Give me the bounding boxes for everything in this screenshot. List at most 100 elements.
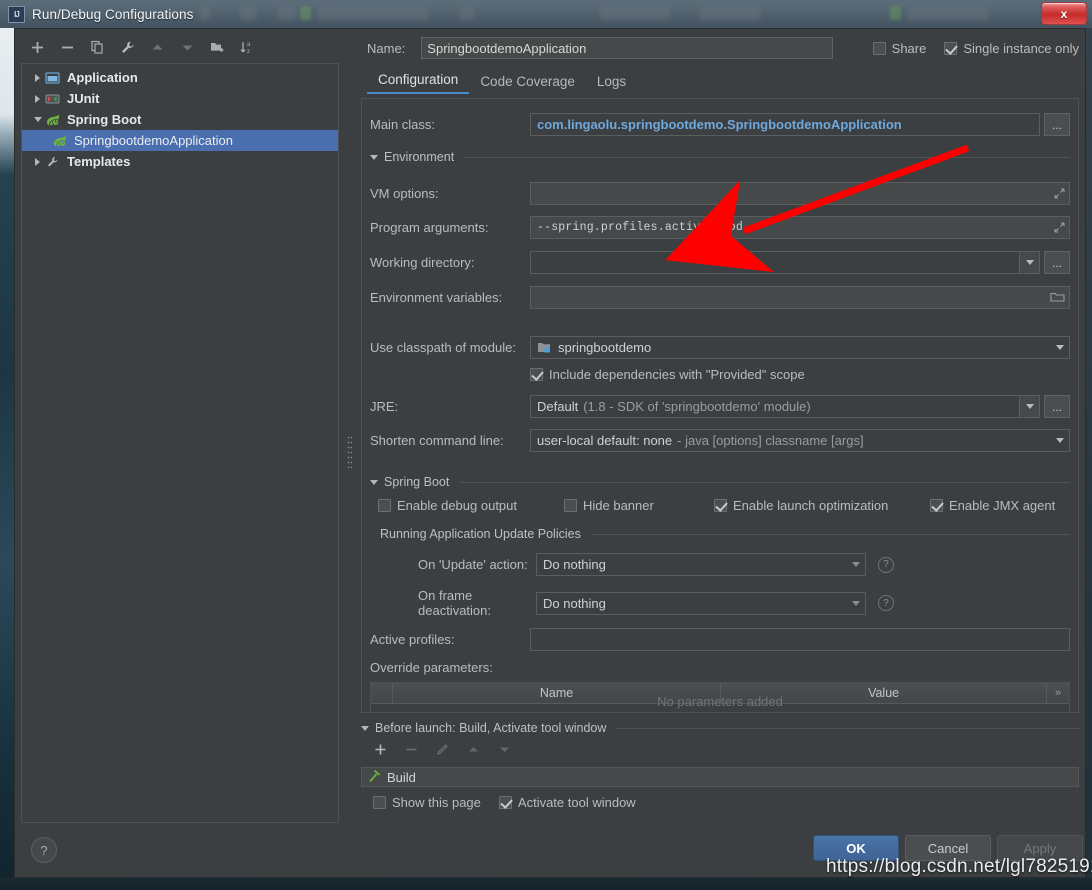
activate-tool-window-checkbox[interactable]: Activate tool window bbox=[498, 795, 636, 810]
tree-item-templates[interactable]: Templates bbox=[22, 151, 338, 172]
enable-jmx-agent-checkbox[interactable]: Enable JMX agent bbox=[930, 498, 1055, 513]
chevron-down-icon[interactable] bbox=[1019, 252, 1039, 273]
section-divider bbox=[464, 156, 1070, 158]
active-profiles-row: Active profiles: bbox=[370, 628, 1070, 651]
hide-banner-checkbox-box[interactable] bbox=[564, 499, 577, 512]
tree-item-springbootdemoapplication[interactable]: SpringbootdemoApplication bbox=[22, 130, 338, 151]
ellipsis-icon: ... bbox=[1051, 117, 1062, 132]
hide-banner-checkbox[interactable]: Hide banner bbox=[564, 498, 714, 513]
enable-launch-optimization-checkbox-box[interactable] bbox=[714, 499, 727, 512]
question-mark-icon[interactable]: ? bbox=[878, 595, 894, 611]
panel-splitter[interactable] bbox=[345, 33, 355, 823]
environment-variables-input[interactable] bbox=[530, 286, 1070, 309]
chevron-down-icon[interactable] bbox=[1019, 396, 1039, 417]
single-instance-checkbox-box[interactable] bbox=[944, 41, 958, 55]
configurations-tree[interactable]: Application JUnit Spring Boot Springboot… bbox=[21, 63, 339, 823]
share-checkbox[interactable]: Share bbox=[872, 40, 927, 56]
build-hammer-icon bbox=[368, 769, 381, 786]
chevron-down-icon[interactable] bbox=[846, 593, 865, 614]
cancel-button-label: Cancel bbox=[927, 840, 969, 856]
add-configuration-button[interactable] bbox=[29, 39, 46, 56]
provided-scope-label: Include dependencies with "Provided" sco… bbox=[549, 367, 805, 382]
add-task-button[interactable] bbox=[373, 742, 390, 759]
on-frame-deactivation-combo[interactable]: Do nothing bbox=[536, 591, 866, 615]
tab-logs[interactable]: Logs bbox=[586, 69, 637, 94]
expand-editor-icon[interactable] bbox=[1053, 187, 1065, 199]
share-checkbox-box[interactable] bbox=[872, 41, 886, 55]
edit-task-button[interactable] bbox=[435, 742, 452, 759]
vm-options-input[interactable] bbox=[530, 182, 1070, 205]
chevron-down-icon[interactable] bbox=[370, 479, 378, 485]
question-mark-icon[interactable]: ? bbox=[878, 556, 894, 573]
share-label: Share bbox=[891, 40, 927, 56]
move-up-button[interactable] bbox=[149, 39, 166, 56]
name-row: Name: SpringbootdemoApplication Share Si… bbox=[355, 33, 1079, 63]
chevron-down-icon[interactable] bbox=[1050, 430, 1069, 451]
expand-editor-icon[interactable] bbox=[1053, 221, 1065, 233]
tree-item-spring-boot[interactable]: Spring Boot bbox=[22, 109, 338, 130]
before-launch-task-list[interactable]: Build bbox=[361, 767, 1079, 787]
main-class-browse-button[interactable]: ... bbox=[1044, 113, 1070, 136]
remove-task-button[interactable] bbox=[404, 742, 421, 759]
on-update-action-combo[interactable]: Do nothing bbox=[536, 553, 866, 576]
enable-jmx-agent-checkbox-box[interactable] bbox=[930, 499, 943, 512]
show-this-page-checkbox[interactable]: Show this page bbox=[373, 795, 481, 810]
spring-boot-options-row: Enable debug output Hide banner Enable l… bbox=[370, 498, 1070, 513]
apply-button-label: Apply bbox=[1023, 840, 1057, 856]
jre-combo[interactable]: Default (1.8 - SDK of 'springbootdemo' m… bbox=[530, 395, 1040, 418]
classpath-module-combo[interactable]: springbootdemo bbox=[530, 336, 1070, 359]
chevron-down-icon[interactable] bbox=[30, 117, 45, 122]
program-arguments-value: --spring.profiles.active=prod bbox=[537, 221, 743, 234]
jre-field: Default (1.8 - SDK of 'springbootdemo' m… bbox=[530, 395, 1070, 418]
move-task-down-button[interactable] bbox=[497, 742, 514, 759]
wrench-icon[interactable] bbox=[119, 39, 136, 56]
before-launch-label: Before launch: Build, Activate tool wind… bbox=[375, 721, 607, 735]
chevron-right-icon[interactable] bbox=[30, 94, 45, 103]
tab-label: Logs bbox=[596, 74, 627, 89]
move-down-button[interactable] bbox=[179, 39, 196, 56]
tab-label: Configuration bbox=[378, 72, 459, 87]
tab-code-coverage[interactable]: Code Coverage bbox=[469, 69, 586, 94]
override-parameters-table[interactable]: Name Value » No parameters added bbox=[370, 682, 1070, 712]
copy-configuration-button[interactable] bbox=[89, 39, 106, 56]
name-input[interactable]: SpringbootdemoApplication bbox=[421, 37, 833, 59]
tree-item-application[interactable]: Application bbox=[22, 67, 338, 88]
chevron-down-icon[interactable] bbox=[361, 725, 369, 731]
main-class-input[interactable]: com.lingaolu.springbootdemo.Springbootde… bbox=[530, 113, 1040, 136]
chevron-down-icon[interactable] bbox=[370, 154, 378, 160]
working-directory-browse-button[interactable]: ... bbox=[1044, 251, 1070, 274]
close-button[interactable]: x bbox=[1041, 2, 1087, 25]
jre-browse-button[interactable]: ... bbox=[1044, 395, 1070, 418]
remove-configuration-button[interactable] bbox=[59, 39, 76, 56]
before-launch-header[interactable]: Before launch: Build, Activate tool wind… bbox=[361, 719, 1079, 737]
shorten-command-line-combo[interactable]: user-local default: none - java [options… bbox=[530, 429, 1070, 452]
tree-item-junit[interactable]: JUnit bbox=[22, 88, 338, 109]
enable-debug-output-checkbox-box[interactable] bbox=[378, 499, 391, 512]
environment-section-header[interactable]: Environment bbox=[370, 150, 1070, 164]
program-arguments-input[interactable]: --spring.profiles.active=prod bbox=[530, 216, 1070, 239]
provided-scope-checkbox-box[interactable] bbox=[530, 368, 543, 381]
chevron-right-icon[interactable] bbox=[30, 157, 45, 166]
browse-folder-icon[interactable] bbox=[1050, 290, 1065, 303]
spring-boot-section-header[interactable]: Spring Boot bbox=[370, 475, 1070, 489]
folder-add-icon[interactable] bbox=[209, 39, 226, 56]
move-task-up-button[interactable] bbox=[466, 742, 483, 759]
chevron-right-icon[interactable] bbox=[30, 73, 45, 82]
main-class-label: Main class: bbox=[370, 117, 436, 132]
working-directory-combo[interactable] bbox=[530, 251, 1040, 274]
configuration-form: Main class: com.lingaolu.springbootdemo.… bbox=[361, 98, 1079, 713]
enable-launch-optimization-checkbox[interactable]: Enable launch optimization bbox=[714, 498, 930, 513]
provided-scope-row: Include dependencies with "Provided" sco… bbox=[370, 367, 1070, 382]
active-profiles-input[interactable] bbox=[530, 628, 1070, 651]
splitter-handle[interactable] bbox=[347, 435, 352, 468]
chevron-down-icon[interactable] bbox=[846, 554, 865, 575]
tab-configuration[interactable]: Configuration bbox=[367, 67, 470, 94]
sort-az-icon[interactable]: a z bbox=[239, 39, 256, 56]
provided-scope-checkbox[interactable]: Include dependencies with "Provided" sco… bbox=[530, 367, 805, 382]
enable-debug-output-checkbox[interactable]: Enable debug output bbox=[378, 498, 564, 513]
activate-tool-window-checkbox-box[interactable] bbox=[498, 796, 512, 809]
single-instance-checkbox[interactable]: Single instance only bbox=[944, 41, 1079, 56]
help-button[interactable]: ? bbox=[31, 837, 57, 863]
show-this-page-checkbox-box[interactable] bbox=[373, 796, 386, 809]
chevron-down-icon[interactable] bbox=[1050, 337, 1069, 358]
